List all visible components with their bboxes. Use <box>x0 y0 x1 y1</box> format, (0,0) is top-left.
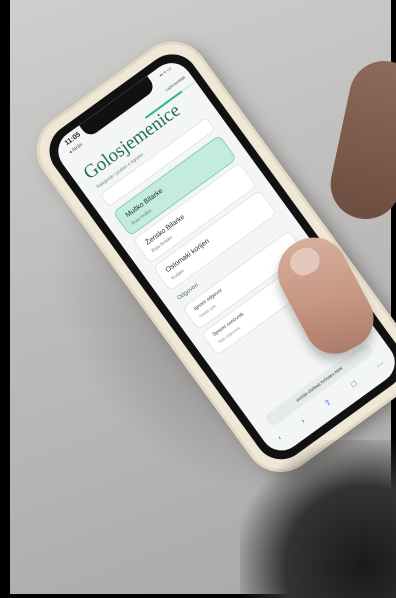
share-icon[interactable]: ⇪ <box>322 397 333 408</box>
frame-edge-left <box>0 0 10 598</box>
status-indicators: ▪▪ ≈ ▭ <box>158 65 173 79</box>
fingernail <box>285 242 325 281</box>
bookmarks-icon[interactable]: □ <box>349 378 358 388</box>
hair-strands <box>240 440 396 598</box>
tabs-icon[interactable]: ⋯ <box>374 358 386 370</box>
forward-arrow-icon[interactable]: › <box>299 416 306 425</box>
